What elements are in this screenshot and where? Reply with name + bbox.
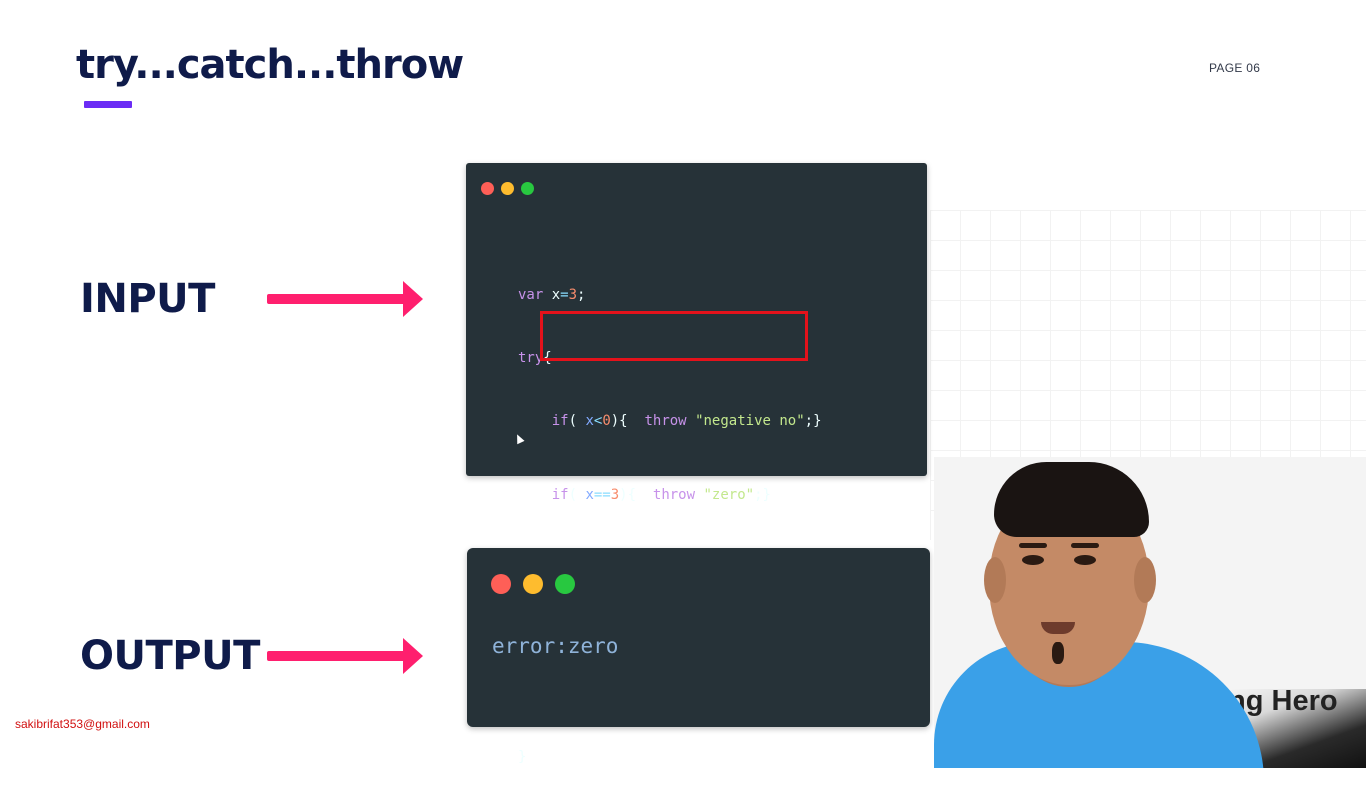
title-underline <box>84 101 132 108</box>
code-line-4: if( x==3){ throw "zero";} <box>551 487 771 503</box>
input-arrow-icon <box>267 280 423 318</box>
presenter-ear <box>1134 557 1156 603</box>
watermark-email: sakibrifat353@gmail.com <box>15 717 150 731</box>
code-line-8: } <box>518 749 527 765</box>
highlight-box <box>540 311 808 361</box>
maximize-dot-icon <box>555 574 575 594</box>
page-label: PAGE 06 <box>1209 61 1261 75</box>
presenter-beard <box>1052 642 1064 664</box>
presenter-brow <box>1019 543 1047 548</box>
output-console-window: error:zero <box>467 548 930 727</box>
presenter-brow <box>1071 543 1099 548</box>
code-line-3: if( x<0){ throw "negative no";} <box>551 413 822 429</box>
close-dot-icon <box>491 574 511 594</box>
slide-title: try...catch...throw <box>76 42 464 88</box>
code-line-1: var x=3; <box>518 287 586 303</box>
window-controls <box>491 574 575 594</box>
presenter-eye <box>1022 555 1044 565</box>
input-code-window: var x=3; try{ if( x<0){ throw "negative … <box>466 163 927 765</box>
presenter-ear <box>984 557 1006 603</box>
output-arrow-icon <box>267 637 423 675</box>
output-text: error:zero <box>492 634 619 658</box>
presenter-eye <box>1074 555 1096 565</box>
minimize-dot-icon <box>501 182 514 195</box>
input-label: INPUT <box>80 276 215 322</box>
maximize-dot-icon <box>521 182 534 195</box>
minimize-dot-icon <box>523 574 543 594</box>
output-label: OUTPUT <box>80 633 260 679</box>
presenter-webcam: ing Hero <box>934 457 1366 768</box>
window-controls <box>481 182 534 195</box>
close-dot-icon <box>481 182 494 195</box>
presenter-hair <box>994 462 1149 537</box>
